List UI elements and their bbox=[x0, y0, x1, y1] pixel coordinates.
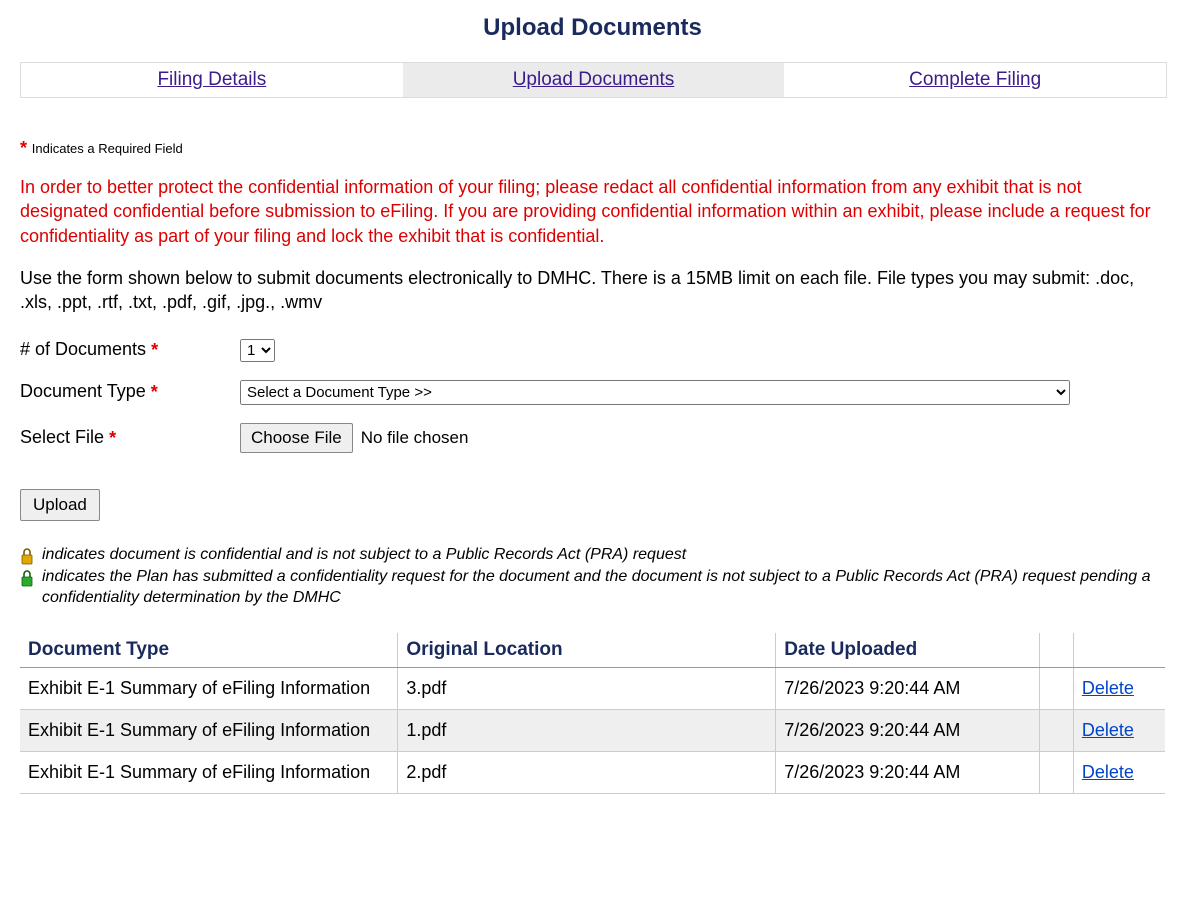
cell-lock bbox=[1039, 751, 1073, 793]
cell-location: 3.pdf bbox=[398, 667, 776, 709]
required-note-text: Indicates a Required Field bbox=[32, 141, 183, 156]
table-row: Exhibit E-1 Summary of eFiling Informati… bbox=[20, 709, 1165, 751]
cell-lock bbox=[1039, 709, 1073, 751]
upload-button[interactable]: Upload bbox=[20, 489, 100, 521]
choose-file-button[interactable]: Choose File bbox=[240, 423, 353, 453]
tab-complete-filing[interactable]: Complete Filing bbox=[784, 63, 1166, 97]
col-header-location: Original Location bbox=[398, 633, 776, 668]
table-row: Exhibit E-1 Summary of eFiling Informati… bbox=[20, 667, 1165, 709]
cell-uploaded: 7/26/2023 9:20:44 AM bbox=[776, 751, 1039, 793]
delete-link[interactable]: Delete bbox=[1082, 762, 1134, 782]
tab-filing-details-link[interactable]: Filing Details bbox=[157, 69, 266, 90]
page-title: Upload Documents bbox=[20, 14, 1165, 42]
required-star-icon: * bbox=[151, 382, 158, 402]
delete-link[interactable]: Delete bbox=[1082, 720, 1134, 740]
lock-green-icon bbox=[20, 569, 34, 587]
cell-delete: Delete bbox=[1073, 709, 1165, 751]
col-header-uploaded: Date Uploaded bbox=[776, 633, 1039, 668]
col-header-lock bbox=[1039, 633, 1073, 668]
file-chosen-status: No file chosen bbox=[361, 428, 469, 448]
num-docs-select[interactable]: 1 bbox=[240, 339, 275, 362]
required-star-icon: * bbox=[151, 340, 158, 360]
legend-pending-text: indicates the Plan has submitted a confi… bbox=[42, 567, 1165, 609]
cell-uploaded: 7/26/2023 9:20:44 AM bbox=[776, 709, 1039, 751]
cell-delete: Delete bbox=[1073, 667, 1165, 709]
cell-lock bbox=[1039, 667, 1073, 709]
legend-confidential-text: indicates document is confidential and i… bbox=[42, 545, 686, 566]
legend-confidential: indicates document is confidential and i… bbox=[20, 545, 1165, 566]
cell-type: Exhibit E-1 Summary of eFiling Informati… bbox=[20, 709, 398, 751]
legend-pending: indicates the Plan has submitted a confi… bbox=[20, 567, 1165, 609]
required-star-icon: * bbox=[109, 427, 116, 447]
delete-link[interactable]: Delete bbox=[1082, 678, 1134, 698]
upload-instructions: Use the form shown below to submit docum… bbox=[20, 266, 1165, 315]
col-header-type: Document Type bbox=[20, 633, 398, 668]
doc-type-label: Document Type * bbox=[20, 381, 240, 403]
tab-complete-filing-link[interactable]: Complete Filing bbox=[909, 69, 1041, 90]
tab-filing-details[interactable]: Filing Details bbox=[21, 63, 403, 97]
confidentiality-warning: In order to better protect the confident… bbox=[20, 175, 1165, 248]
tab-upload-documents[interactable]: Upload Documents bbox=[403, 63, 785, 97]
required-field-note: * Indicates a Required Field bbox=[20, 138, 1165, 159]
doc-type-select[interactable]: Select a Document Type >> bbox=[240, 380, 1070, 405]
required-star-icon: * bbox=[20, 138, 27, 158]
num-docs-label: # of Documents * bbox=[20, 339, 240, 361]
cell-type: Exhibit E-1 Summary of eFiling Informati… bbox=[20, 667, 398, 709]
cell-uploaded: 7/26/2023 9:20:44 AM bbox=[776, 667, 1039, 709]
documents-table: Document Type Original Location Date Upl… bbox=[20, 633, 1165, 794]
tab-bar: Filing Details Upload Documents Complete… bbox=[20, 62, 1167, 98]
cell-delete: Delete bbox=[1073, 751, 1165, 793]
col-header-delete bbox=[1073, 633, 1165, 668]
select-file-label: Select File * bbox=[20, 427, 240, 449]
cell-location: 1.pdf bbox=[398, 709, 776, 751]
cell-location: 2.pdf bbox=[398, 751, 776, 793]
lock-gold-icon bbox=[20, 547, 34, 565]
tab-upload-documents-link[interactable]: Upload Documents bbox=[513, 69, 675, 90]
cell-type: Exhibit E-1 Summary of eFiling Informati… bbox=[20, 751, 398, 793]
table-row: Exhibit E-1 Summary of eFiling Informati… bbox=[20, 751, 1165, 793]
